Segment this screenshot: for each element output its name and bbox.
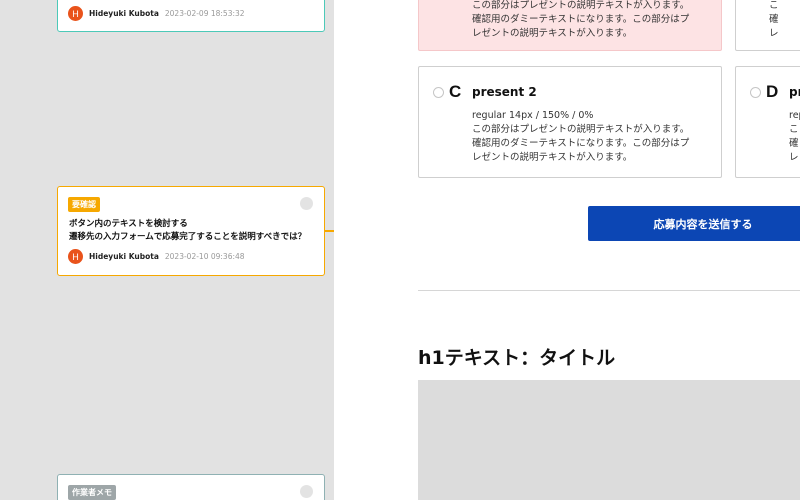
option-card[interactable]: こ 確 レ: [735, 0, 800, 51]
option-card-d[interactable]: D pr rep こ 確 レ: [735, 66, 800, 178]
comment-sidebar: H Hideyuki Kubota 2023-02-09 18:53:32 要確…: [0, 0, 334, 500]
section-divider: [418, 290, 800, 291]
option-description: こ 確 レ: [769, 0, 779, 39]
page-preview: この部分はプレゼントの説明テキストが入ります。 確認用のダミーテキストになります…: [334, 0, 800, 500]
comment-author: Hideyuki Kubota: [89, 9, 159, 18]
comment-card[interactable]: H Hideyuki Kubota 2023-02-09 18:53:32: [57, 0, 325, 32]
comment-line: 遷移先の入力フォームで応募完了することを説明すべきでは？: [69, 232, 307, 242]
section-heading: h1テキスト：タイトル: [418, 347, 616, 369]
comment-meta: H Hideyuki Kubota 2023-02-10 09:36:48: [68, 249, 245, 264]
option-title: present 2: [472, 85, 537, 99]
comment-card[interactable]: 作業者メモ: [57, 474, 325, 500]
option-radio[interactable]: [433, 87, 444, 98]
comment-author: Hideyuki Kubota: [89, 252, 159, 261]
resolve-check-icon[interactable]: [300, 197, 313, 210]
status-tag: 作業者メモ: [68, 485, 116, 500]
comment-connector-line: [325, 230, 334, 232]
avatar: H: [68, 249, 83, 264]
comment-timestamp: 2023-02-09 18:53:32: [164, 9, 245, 18]
comment-meta: H Hideyuki Kubota 2023-02-09 18:53:32: [68, 6, 245, 21]
comment-line: ボタン内のテキストを検討する: [69, 219, 188, 229]
option-description: rep こ 確 レ: [789, 110, 800, 163]
comment-body: ボタン内のテキストを検討する 遷移先の入力フォームで応募完了することを説明すべき…: [69, 218, 306, 244]
status-tag: 要確認: [68, 197, 100, 212]
image-placeholder: [418, 380, 800, 500]
option-letter: D: [766, 82, 779, 101]
avatar: H: [68, 6, 83, 21]
resolve-check-icon[interactable]: [300, 485, 313, 498]
comment-timestamp: 2023-02-10 09:36:48: [164, 252, 245, 261]
comment-card-active[interactable]: 要確認 ボタン内のテキストを検討する 遷移先の入力フォームで応募完了することを説…: [57, 186, 325, 276]
option-card-c[interactable]: C present 2 regular 14px / 150% / 0% この部…: [418, 66, 722, 178]
option-card-selected[interactable]: この部分はプレゼントの説明テキストが入ります。 確認用のダミーテキストになります…: [418, 0, 722, 51]
option-radio[interactable]: [750, 87, 761, 98]
option-description: regular 14px / 150% / 0% この部分はプレゼントの説明テキ…: [472, 110, 690, 163]
option-description: この部分はプレゼントの説明テキストが入ります。 確認用のダミーテキストになります…: [472, 0, 690, 39]
submit-button[interactable]: 応募内容を送信する: [588, 206, 800, 241]
option-letter: C: [449, 82, 462, 101]
option-title: pr: [789, 85, 800, 99]
